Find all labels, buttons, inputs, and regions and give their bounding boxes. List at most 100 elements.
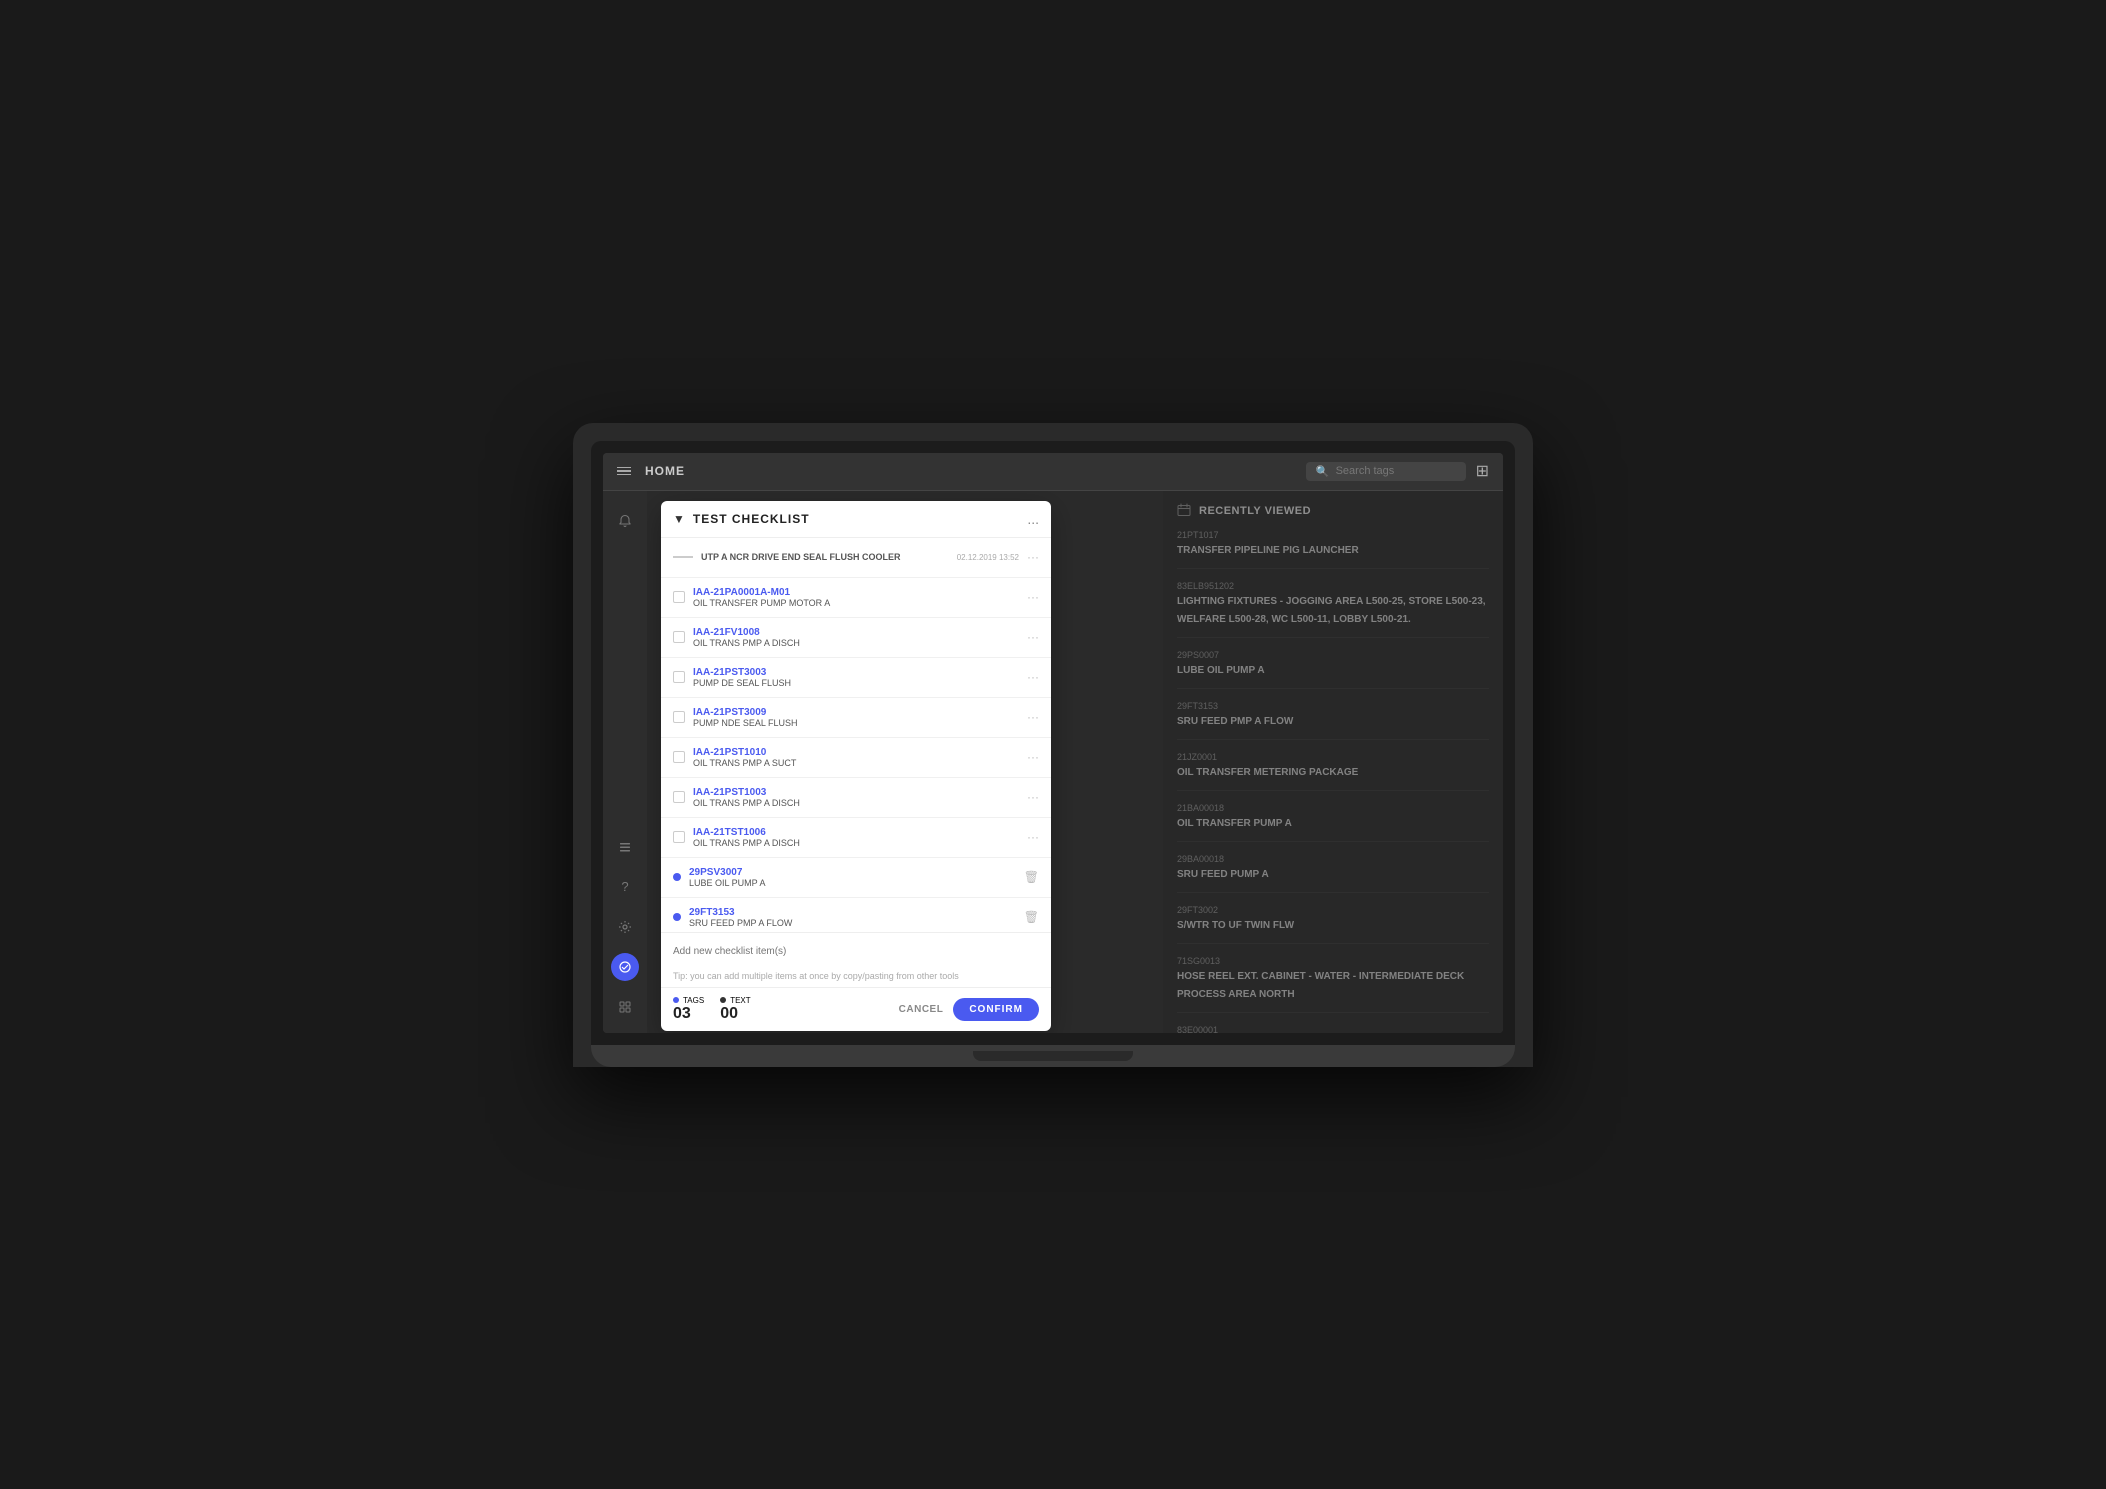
item-name: PUMP NDE SEAL FLUSH [693,718,1019,728]
item-date: 02.12.2019 13:52 [957,553,1019,562]
item-checkbox[interactable] [673,831,685,843]
collapse-icon[interactable]: ▼ [673,512,685,526]
laptop-notch [973,1051,1133,1061]
item-checkbox[interactable] [673,711,685,723]
item-tag: 29FT3153 [689,907,1016,918]
item-more-button[interactable]: ··· [1027,670,1039,684]
list-item: IAA-21FV1008 OIL TRANS PMP A DISCH ··· [661,618,1051,658]
scan-icon[interactable]: ⊞ [1476,461,1489,481]
item-name: PUMP DE SEAL FLUSH [693,678,1019,688]
screen-bezel: HOME 🔍 ⊞ [591,441,1515,1045]
laptop-base [591,1045,1515,1067]
item-more-button[interactable]: ··· [1027,590,1039,604]
item-tag: IAA-21FV1008 [693,627,1019,638]
app-container: HOME 🔍 ⊞ [603,453,1503,1033]
item-checkbox[interactable] [673,791,685,803]
item-more-button[interactable]: ··· [1027,790,1039,804]
item-checkbox[interactable] [673,591,685,603]
checklist-modal: ▼ TEST CHECKLIST ... [661,501,1051,1031]
text-count-group: TEXT 00 [720,996,750,1023]
checklist-item-first: UTP A NCR DRIVE END SEAL FLUSH COOLER 02… [661,538,1051,578]
modal-header: ▼ TEST CHECKLIST ... [661,501,1051,538]
laptop-outer: HOME 🔍 ⊞ [573,423,1533,1067]
delete-button[interactable]: 🗑 [1024,910,1039,924]
item-content: IAA-21PST1010 OIL TRANS PMP A SUCT [693,747,1019,768]
item-tag: UTP A NCR DRIVE END SEAL FLUSH COOLER [701,552,949,562]
item-name: LUBE OIL PUMP A [689,878,1016,888]
item-content: IAA-21PST1003 OIL TRANS PMP A DISCH [693,787,1019,808]
item-content: 29PSV3007 LUBE OIL PUMP A [689,867,1016,888]
item-bullet-dot [673,913,681,921]
item-content: IAA-21FV1008 OIL TRANS PMP A DISCH [693,627,1019,648]
sidebar-icon-active[interactable] [611,953,639,981]
list-item: IAA-21PST3009 PUMP NDE SEAL FLUSH ··· [661,698,1051,738]
tags-label: TAGS [673,996,704,1005]
item-content: UTP A NCR DRIVE END SEAL FLUSH COOLER [701,552,949,562]
search-input[interactable] [1336,465,1456,477]
sidebar: ? [603,491,647,1033]
item-line [673,556,693,558]
item-content: IAA-21PST3003 PUMP DE SEAL FLUSH [693,667,1019,688]
text-count: 00 [720,1005,738,1023]
item-more-button[interactable]: ··· [1027,630,1039,644]
checklist-items-list: UTP A NCR DRIVE END SEAL FLUSH COOLER 02… [661,538,1051,932]
item-content: 29FT3153 SRU FEED PMP A FLOW [689,907,1016,928]
main-content: ? [603,491,1503,1033]
item-name: OIL TRANS PMP A SUCT [693,758,1019,768]
search-icon: 🔍 [1316,465,1330,478]
hamburger-icon [617,467,631,476]
item-checkbox[interactable] [673,751,685,763]
tip-text: Tip: you can add multiple items at once … [661,967,1051,987]
sidebar-icon-list[interactable] [611,833,639,861]
item-tag: IAA-21PST3009 [693,707,1019,718]
app-title: HOME [645,464,1306,478]
sidebar-icon-settings[interactable] [611,913,639,941]
item-checkbox[interactable] [673,631,685,643]
item-more-button[interactable]: ··· [1027,710,1039,724]
cancel-button[interactable]: CANCEL [899,1004,944,1015]
item-name: OIL TRANS PMP A DISCH [693,798,1019,808]
item-tag: IAA-21PST1010 [693,747,1019,758]
item-tag: 29PSV3007 [689,867,1016,878]
list-item-bullet: 29FT3153 SRU FEED PMP A FLOW 🗑 [661,898,1051,932]
list-item: IAA-21PST3003 PUMP DE SEAL FLUSH ··· [661,658,1051,698]
item-name: OIL TRANS PMP A DISCH [693,638,1019,648]
item-tag: IAA-21TST1006 [693,827,1019,838]
menu-button[interactable] [617,467,631,476]
delete-button[interactable]: 🗑 [1024,870,1039,884]
footer-actions: CANCEL CONFIRM [899,998,1039,1021]
sidebar-icon-help[interactable]: ? [611,873,639,901]
text-dot [720,997,726,1003]
item-tag: IAA-21PST1003 [693,787,1019,798]
footer-counts: TAGS 03 TEXT [673,996,899,1023]
confirm-button[interactable]: CONFIRM [953,998,1039,1021]
sidebar-icon-grid[interactable] [611,993,639,1021]
item-more-button[interactable]: ··· [1027,750,1039,764]
add-item-row [661,932,1051,967]
modal-title: TEST CHECKLIST [693,512,1027,526]
item-content: IAA-21PST3009 PUMP NDE SEAL FLUSH [693,707,1019,728]
item-checkbox[interactable] [673,671,685,683]
item-name: OIL TRANSFER PUMP MOTOR A [693,598,1019,608]
content-area: ▼ TEST CHECKLIST ... [647,491,1503,1033]
tags-count: 03 [673,1005,691,1023]
list-item: IAA-21PA0001A-M01 OIL TRANSFER PUMP MOTO… [661,578,1051,618]
laptop-screen: HOME 🔍 ⊞ [603,453,1503,1033]
item-tag: IAA-21PA0001A-M01 [693,587,1019,598]
modal-footer: TAGS 03 TEXT [661,987,1051,1031]
list-item-bullet: 29PSV3007 LUBE OIL PUMP A 🗑 [661,858,1051,898]
item-bullet-dot [673,873,681,881]
item-more-button[interactable]: ··· [1027,830,1039,844]
sidebar-icon-bell[interactable] [611,507,639,535]
item-more-button[interactable]: ··· [1027,550,1039,564]
search-bar[interactable]: 🔍 [1306,462,1466,481]
tags-count-group: TAGS 03 [673,996,704,1023]
sidebar-bottom: ? [611,833,639,1021]
list-item: IAA-21PST1010 OIL TRANS PMP A SUCT ··· [661,738,1051,778]
modal-more-button[interactable]: ... [1027,511,1039,527]
list-item: IAA-21PST1003 OIL TRANS PMP A DISCH ··· [661,778,1051,818]
item-content: IAA-21PA0001A-M01 OIL TRANSFER PUMP MOTO… [693,587,1019,608]
top-bar: HOME 🔍 ⊞ [603,453,1503,491]
add-item-input[interactable] [673,946,1039,957]
item-content: IAA-21TST1006 OIL TRANS PMP A DISCH [693,827,1019,848]
